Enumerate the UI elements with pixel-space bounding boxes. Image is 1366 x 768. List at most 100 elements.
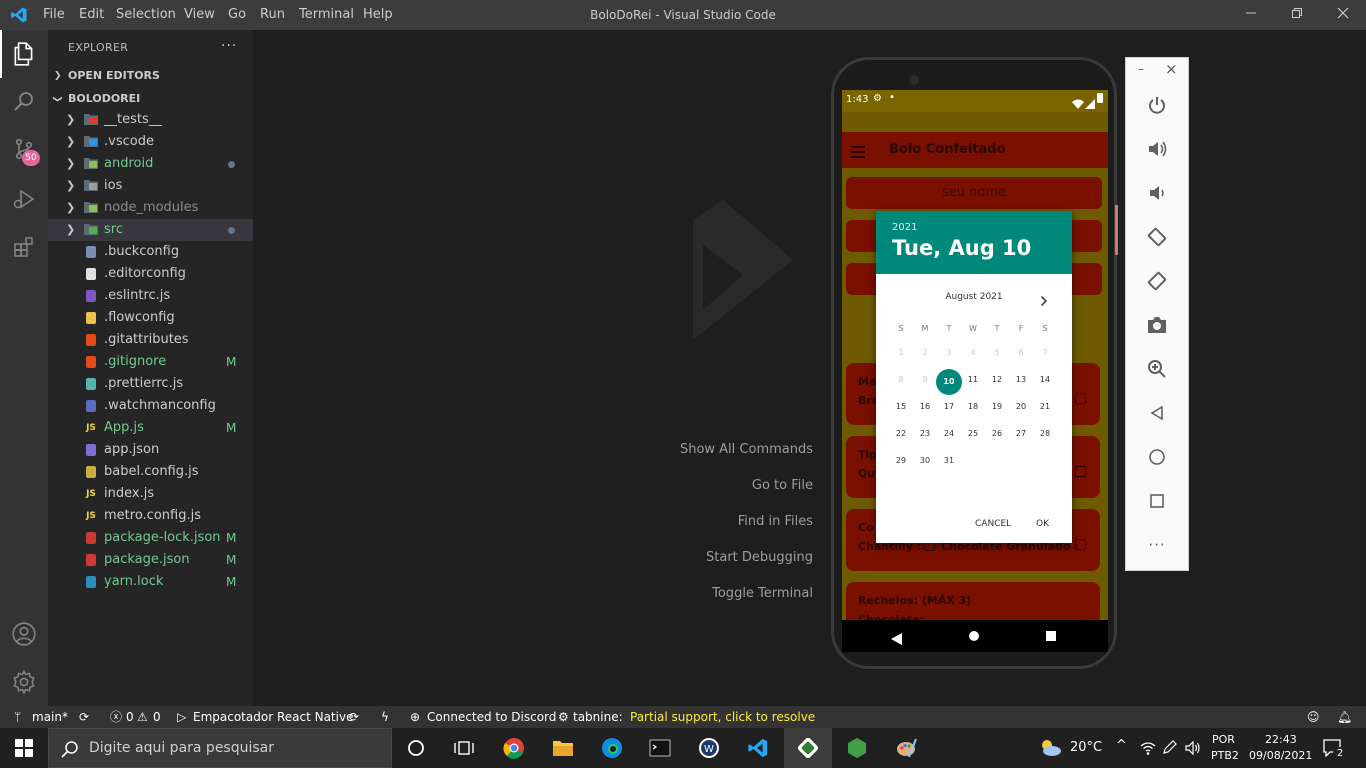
bell-icon[interactable]: 🔔︎ (1337, 706, 1352, 728)
overview-icon[interactable] (1126, 486, 1188, 516)
settings-gear-icon[interactable] (0, 659, 48, 705)
menu-hamburger-icon[interactable] (851, 143, 865, 162)
weather-icon[interactable] (1038, 737, 1062, 761)
tabnine-message[interactable]: Partial support, click to resolve (630, 706, 815, 728)
phone-side-button[interactable] (1115, 205, 1118, 255)
run-config-icon[interactable]: ▷ (177, 706, 186, 728)
folder-tests[interactable]: ❯ __tests__ (48, 109, 253, 131)
explorer-icon[interactable] (0, 31, 48, 77)
close-window-button[interactable] (1320, 0, 1366, 30)
branch-name[interactable]: main* (32, 706, 68, 728)
menu-view[interactable]: View (184, 0, 215, 30)
accounts-icon[interactable] (0, 611, 48, 657)
menu-terminal[interactable]: Terminal (299, 0, 354, 30)
emulator-close-button[interactable]: × (1165, 60, 1178, 78)
calendar-day[interactable]: 3 (937, 348, 961, 357)
more-actions-icon[interactable]: ··· (221, 38, 237, 54)
menu-edit[interactable]: Edit (79, 0, 104, 30)
restore-window-button[interactable] (1274, 0, 1320, 30)
warnings-count[interactable]: 0 (153, 706, 161, 728)
calendar-day-selected[interactable]: 10 (936, 369, 962, 395)
windows-start-icon[interactable] (0, 728, 48, 768)
file-watchmanconfig[interactable]: .watchmanconfig (48, 395, 253, 417)
menu-selection[interactable]: Selection (116, 0, 176, 30)
run-config[interactable]: Empacotador React Native (193, 706, 353, 728)
find-in-files[interactable]: Find in Files (738, 514, 813, 529)
nav-back-icon[interactable] (891, 630, 902, 649)
calendar-day[interactable]: 31 (937, 456, 961, 465)
file-editorconfig[interactable]: .editorconfig (48, 263, 253, 285)
calendar-day[interactable]: 29 (889, 456, 913, 465)
tabnine-label[interactable]: tabnine: (573, 706, 623, 728)
node-icon[interactable] (833, 728, 881, 768)
paint-icon[interactable] (882, 728, 930, 768)
file-package-lock-json[interactable]: package-lock.json M (48, 527, 253, 549)
extensions-icon[interactable] (0, 224, 48, 270)
folder-ios[interactable]: ❯ ios (48, 175, 253, 197)
calendar-day[interactable]: 28 (1033, 429, 1057, 438)
checkbox[interactable] (1075, 393, 1086, 404)
calendar-day[interactable]: 19 (985, 402, 1009, 411)
weather-temp[interactable]: 20°C (1070, 740, 1102, 755)
vscode-taskbar-icon[interactable] (734, 728, 782, 768)
speaker-icon[interactable] (1185, 740, 1201, 760)
menu-go[interactable]: Go (228, 0, 246, 30)
clock-date[interactable]: 09/08/2021 (1249, 749, 1312, 762)
file-gitattributes[interactable]: .gitattributes (48, 329, 253, 351)
emulator-minimize-button[interactable]: – (1138, 62, 1144, 76)
project-section[interactable]: ❯ BOLODOREI (48, 88, 253, 110)
run-debug-icon[interactable] (0, 176, 48, 222)
lightning-icon[interactable]: ϟ (381, 706, 389, 728)
calendar-day[interactable]: 11 (961, 375, 985, 384)
calendar-day[interactable]: 8 (889, 375, 913, 384)
file-prettierrc-js[interactable]: .prettierrc.js (48, 373, 253, 395)
file-app-json[interactable]: app.json (48, 439, 253, 461)
calendar-day[interactable]: 15 (889, 402, 913, 411)
calendar-day[interactable]: 1 (889, 348, 913, 357)
discord-status[interactable]: Connected to Discord (427, 706, 556, 728)
file-gitignore[interactable]: .gitignore M (48, 351, 253, 373)
chevron-up-icon[interactable]: ^ (1116, 738, 1127, 753)
terminal-icon[interactable] (636, 728, 684, 768)
pen-icon[interactable] (1163, 740, 1177, 760)
minimize-window-button[interactable] (1228, 0, 1274, 30)
show-all-commands[interactable]: Show All Commands (680, 442, 813, 457)
calendar-day[interactable]: 13 (1009, 375, 1033, 384)
menu-run[interactable]: Run (260, 0, 285, 30)
android-emulator-taskbar-icon[interactable] (784, 728, 832, 768)
clock-time[interactable]: 22:43 (1265, 733, 1297, 746)
calendar-day[interactable]: 23 (913, 429, 937, 438)
feedback-icon[interactable]: ☺ (1307, 706, 1320, 728)
menu-help[interactable]: Help (363, 0, 393, 30)
sync-icon[interactable]: ⟳ (349, 706, 359, 728)
file-app-js[interactable]: JS App.js M (48, 417, 253, 439)
calendar-day[interactable]: 14 (1033, 375, 1057, 384)
file-metro-config-js[interactable]: JS metro.config.js (48, 505, 253, 527)
power-icon[interactable] (1126, 90, 1188, 120)
file-flowconfig[interactable]: .flowconfig (48, 307, 253, 329)
cortana-icon[interactable] (392, 728, 440, 768)
calendar-day[interactable]: 5 (985, 348, 1009, 357)
back-icon[interactable] (1126, 398, 1188, 428)
network-icon[interactable] (1140, 740, 1156, 760)
calendar-day[interactable]: 9 (913, 375, 937, 384)
warnings-icon[interactable]: ⚠ (137, 706, 148, 728)
chrome-icon[interactable] (490, 728, 538, 768)
rotate-left-icon[interactable] (1126, 222, 1188, 252)
input-language[interactable]: POR (1212, 733, 1235, 746)
file-babel-config-js[interactable]: babel.config.js (48, 461, 253, 483)
checkbox[interactable] (1075, 466, 1086, 477)
file-index-js[interactable]: JS index.js (48, 483, 253, 505)
calendar-day[interactable]: 2 (913, 348, 937, 357)
app-w-icon[interactable]: W (685, 728, 733, 768)
file-package-json[interactable]: package.json M (48, 549, 253, 571)
cancel-button[interactable]: CANCEL (975, 519, 1011, 529)
branch-icon[interactable]: ᛘ (14, 706, 21, 728)
calendar-day[interactable]: 25 (961, 429, 985, 438)
calendar-day[interactable]: 18 (961, 402, 985, 411)
calendar-day[interactable]: 17 (937, 402, 961, 411)
calendar-day[interactable]: 12 (985, 375, 1009, 384)
home-icon[interactable] (1126, 442, 1188, 472)
zoom-icon[interactable] (1126, 354, 1188, 384)
volume-up-icon[interactable] (1126, 134, 1188, 164)
